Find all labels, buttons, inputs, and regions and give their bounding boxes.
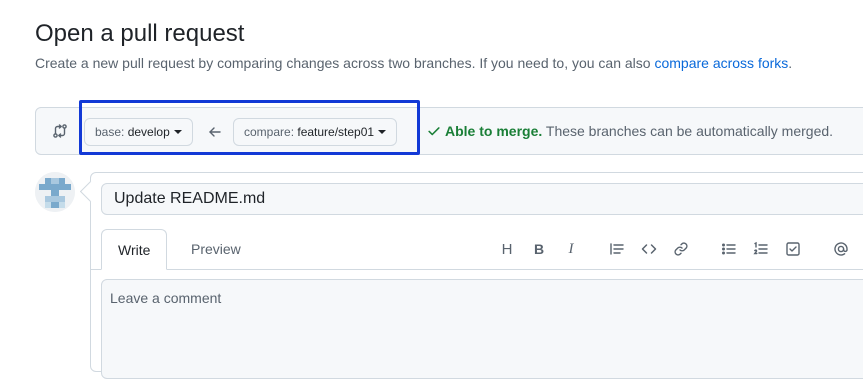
pull-request-composer: Write Preview H B I [79,172,863,379]
tab-write[interactable]: Write [101,229,168,270]
merge-status: Able to merge. These branches can be aut… [427,123,833,139]
chevron-down-icon [378,129,387,134]
editor-tabs: Write Preview [91,229,863,270]
merge-description: These branches can be automatically merg… [542,123,834,139]
task-list-icon[interactable] [783,239,803,259]
compare-range-bar: base: develop compare: feature/step01 Ab… [35,100,863,155]
ordered-list-icon[interactable] [751,239,771,259]
heading-icon[interactable]: H [497,239,517,259]
bold-icon[interactable]: B [529,239,549,259]
check-icon [427,124,441,138]
compare-branch-button[interactable]: compare: feature/step01 [233,118,398,146]
avatar[interactable] [35,172,75,212]
link-icon[interactable] [671,239,691,259]
page-title: Open a pull request [35,20,245,47]
merge-ok-text: Able to merge. [445,123,543,139]
git-compare-icon [52,123,68,139]
subtitle-end: . [788,55,793,71]
tab-preview[interactable]: Preview [175,229,257,269]
base-prefix: base: [95,125,128,139]
quote-icon[interactable] [607,239,627,259]
compare-across-forks-link[interactable]: compare across forks [654,55,788,71]
composer-pointer [79,180,102,203]
page-subtitle: Create a new pull request by comparing c… [35,55,792,71]
comment-textarea[interactable] [101,279,863,379]
compare-branch-name: feature/step01 [297,125,375,139]
compare-prefix: compare: [244,125,298,139]
mention-icon[interactable] [831,239,851,259]
pull-request-title-input[interactable] [101,183,863,215]
arrow-left-icon [207,124,223,140]
code-icon[interactable] [639,239,659,259]
chevron-down-icon [173,129,182,134]
base-branch-name: develop [127,125,170,139]
subtitle-text: Create a new pull request by comparing c… [35,55,655,71]
base-branch-button[interactable]: base: develop [84,118,193,146]
italic-icon[interactable]: I [561,239,581,259]
unordered-list-icon[interactable] [719,239,739,259]
